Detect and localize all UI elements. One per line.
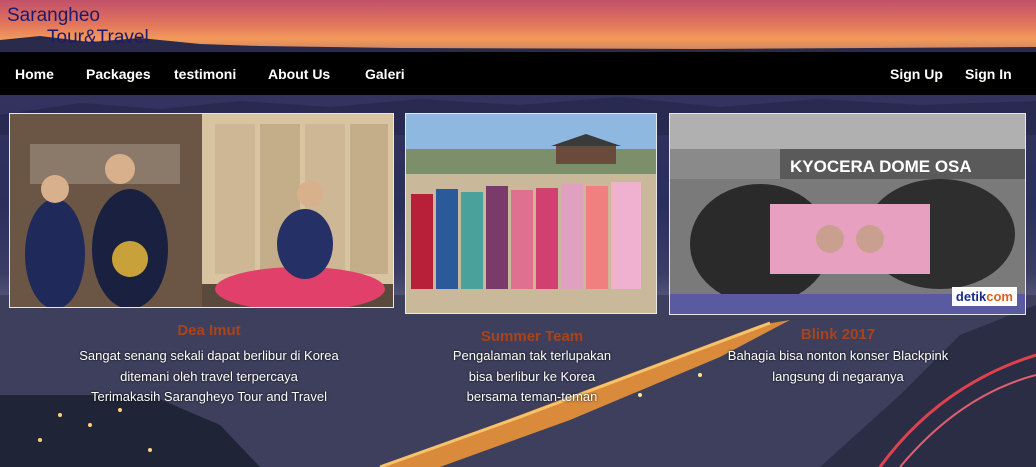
header-banner: Sarangheo Tour&Travel: [0, 0, 1036, 52]
group-hanbok-palace-photo: [406, 114, 656, 313]
testimonial-title-3: Blink 2017: [800, 326, 876, 343]
testimonial-1-line-1: Sangat senang sekali dapat berlibur di K…: [79, 348, 339, 363]
photo-dea-imut: [9, 113, 394, 308]
nav-packages[interactable]: Packages: [86, 66, 151, 82]
testimonial-title-1: Dea Imut: [177, 322, 241, 339]
brand-subtitle[interactable]: Tour&Travel: [47, 27, 149, 49]
nav-home[interactable]: Home: [15, 66, 54, 82]
testimonial-title-2: Summer Team: [480, 328, 584, 345]
watermark-part-b: com: [986, 289, 1013, 304]
photo-summer-team: [405, 113, 657, 314]
nav-sign-in[interactable]: Sign In: [965, 66, 1012, 82]
testimonial-2-line-3: bersama teman-teman: [466, 389, 598, 404]
testimonial-1-line-2: ditemani oleh travel terpercaya: [120, 369, 298, 384]
nav-about-us[interactable]: About Us: [268, 66, 330, 82]
detikcom-watermark: detikcom: [951, 287, 1017, 306]
testimonial-2-line-1: Pengalaman tak terlupakan: [452, 348, 612, 363]
photo-blink-2017: KYOCERA DOME OSA detikcom: [669, 113, 1026, 315]
nav-sign-up[interactable]: Sign Up: [890, 66, 943, 82]
venue-sign-text: KYOCERA DOME OSA: [790, 157, 972, 176]
nav-testimoni[interactable]: testimoni: [174, 66, 236, 82]
concert-fans-photo: KYOCERA DOME OSA: [670, 114, 1025, 314]
testimonial-2-line-2: bisa berlibur ke Korea: [468, 369, 596, 384]
hanbok-couple-photo: [10, 114, 393, 307]
brand-name[interactable]: Sarangheo: [7, 5, 100, 27]
watermark-part-a: detik: [955, 289, 987, 304]
banner-mountain-silhouette: [0, 36, 1036, 52]
testimonial-3-line-1: Bahagia bisa nonton konser Blackpink: [727, 348, 949, 363]
main-navbar: Home Packages testimoni About Us Galeri …: [0, 52, 1036, 95]
testimonial-3-line-2: langsung di negaranya: [772, 369, 904, 384]
testimonial-1-line-3: Terimakasih Sarangheyo Tour and Travel: [90, 389, 328, 404]
nav-galeri[interactable]: Galeri: [365, 66, 405, 82]
